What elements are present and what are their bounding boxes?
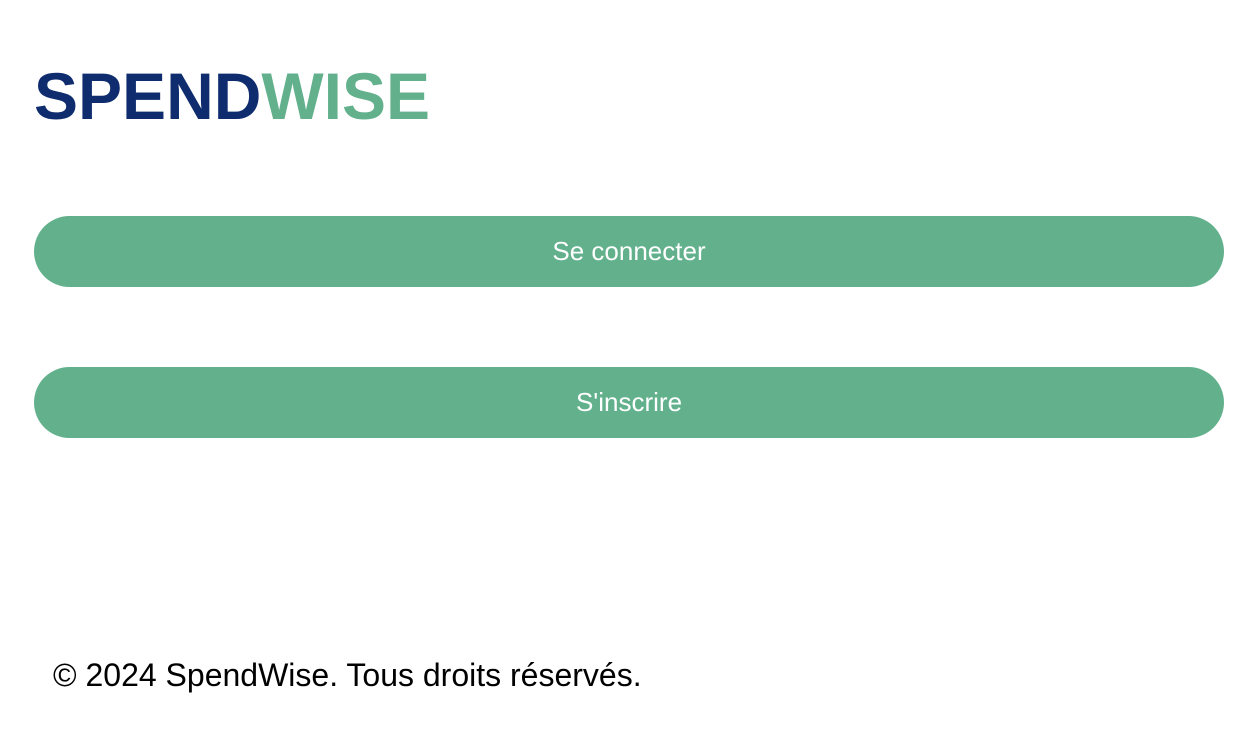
logo-spend-text: SPEND bbox=[34, 59, 262, 133]
login-button-label: Se connecter bbox=[552, 236, 706, 266]
brand-logo: SPENDWISE bbox=[34, 60, 430, 132]
signup-button[interactable]: S'inscrire bbox=[34, 367, 1224, 438]
logo-wise-text: WISE bbox=[261, 59, 431, 133]
signup-button-label: S'inscrire bbox=[575, 387, 683, 417]
login-button[interactable]: Se connecter bbox=[34, 216, 1224, 287]
footer-copyright: © 2024 SpendWise. Tous droits réservés. bbox=[53, 657, 642, 693]
